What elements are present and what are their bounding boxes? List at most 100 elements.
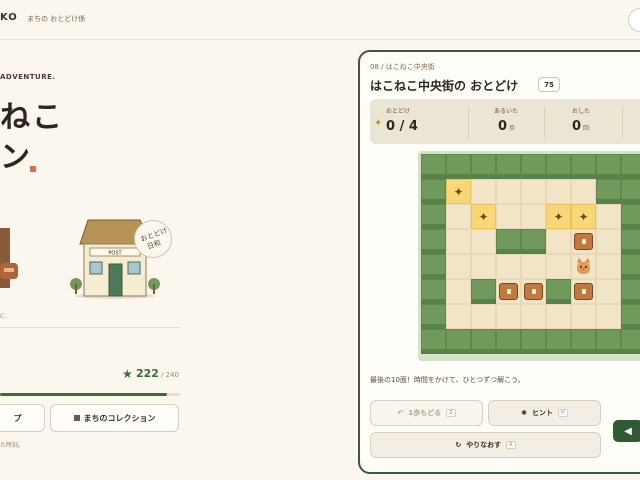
sparkle-icon: ✦ bbox=[374, 118, 383, 129]
floor-tile bbox=[471, 179, 496, 204]
wall-tile bbox=[446, 329, 471, 354]
hero-small-label: C. bbox=[0, 313, 9, 320]
play-button-label: プ bbox=[13, 413, 22, 423]
game-board[interactable]: ✦ ✦ ✦ ✦ bbox=[418, 151, 640, 361]
wall-tile bbox=[596, 179, 621, 204]
floor-tile bbox=[496, 179, 521, 204]
wall-tile bbox=[571, 154, 596, 179]
delivery-stamp: おとどけ 日和 bbox=[134, 220, 172, 258]
wall-tile bbox=[471, 279, 496, 304]
undo-button[interactable]: ↶ 1歩もどる Z bbox=[370, 400, 483, 426]
wall-tile bbox=[621, 304, 640, 329]
hero-title-line1: ねこ bbox=[0, 100, 64, 135]
stat-label: あるいた bbox=[494, 108, 519, 115]
floor-tile bbox=[596, 229, 621, 254]
wall-tile bbox=[496, 154, 521, 179]
floor-tile bbox=[571, 304, 596, 329]
floor-tile bbox=[596, 279, 621, 304]
reset-button[interactable]: ↻ やりなおす R bbox=[370, 432, 601, 458]
menu-circle-button[interactable] bbox=[628, 8, 640, 32]
wall-tile bbox=[446, 154, 471, 179]
floor-tile bbox=[546, 304, 571, 329]
wall-tile bbox=[621, 254, 640, 279]
stat-label: おとどけ bbox=[386, 108, 411, 115]
level-badge: 75 bbox=[538, 77, 560, 92]
wall-tile bbox=[571, 329, 596, 354]
cat-player bbox=[577, 258, 590, 274]
wall-tile bbox=[471, 329, 496, 354]
stat-value: 0 / 4 bbox=[386, 119, 418, 134]
floor-tile bbox=[496, 304, 521, 329]
collection-button[interactable]: まちのコレクション bbox=[50, 404, 179, 432]
floor-tile bbox=[446, 304, 471, 329]
undo-icon: ↶ bbox=[397, 409, 404, 417]
collection-button-label: まちのコレクション bbox=[83, 413, 156, 423]
floor-tile bbox=[521, 179, 546, 204]
post-sign: POST bbox=[108, 251, 122, 257]
floor-tile bbox=[471, 304, 496, 329]
wall-tile bbox=[521, 154, 546, 179]
wall-tile bbox=[421, 154, 446, 179]
left-arrow-icon: ◀ bbox=[624, 425, 632, 437]
hero-accent-dot bbox=[30, 166, 36, 172]
floor-tile bbox=[546, 229, 571, 254]
grid-icon bbox=[73, 415, 80, 421]
hero-title-line2: ン bbox=[0, 140, 30, 175]
floor-tile bbox=[521, 204, 546, 229]
divider bbox=[0, 327, 180, 328]
floor-tile bbox=[496, 279, 521, 304]
reset-label: やりなおす bbox=[466, 441, 502, 449]
level-title: はこねこ中央街の おとどけ bbox=[370, 79, 519, 93]
wall-tile bbox=[621, 154, 640, 179]
floor-tile bbox=[446, 204, 471, 229]
floor-tile bbox=[521, 279, 546, 304]
crate bbox=[524, 283, 543, 300]
wall-tile bbox=[621, 229, 640, 254]
game-panel: 08 / はこねこ中央街 はこねこ中央街の おとどけ 75 ✦ おとどけ 0 /… bbox=[358, 50, 640, 474]
floor-tile bbox=[471, 254, 496, 279]
floor-tile bbox=[446, 254, 471, 279]
floor-tile bbox=[571, 229, 596, 254]
goal-tile: ✦ bbox=[571, 204, 596, 229]
stats-bar: ✦ おとどけ 0 / 4 あるいた 0歩 おした 0回 bbox=[370, 99, 640, 144]
wall-tile bbox=[621, 329, 640, 354]
wall-tile bbox=[421, 329, 446, 354]
goal-tile: ✦ bbox=[446, 179, 471, 204]
floor-tile bbox=[496, 204, 521, 229]
stat-label: おした bbox=[572, 108, 591, 115]
wall-tile bbox=[521, 329, 546, 354]
wall-tile bbox=[421, 279, 446, 304]
floor-tile bbox=[471, 229, 496, 254]
floor-tile bbox=[496, 254, 521, 279]
floor-tile bbox=[596, 204, 621, 229]
undo-key: Z bbox=[446, 409, 456, 417]
wall-tile bbox=[521, 229, 546, 254]
play-button[interactable]: プ bbox=[0, 404, 45, 432]
cat-illustration bbox=[0, 228, 18, 288]
floor-tile bbox=[546, 179, 571, 204]
stat-divider bbox=[622, 106, 623, 138]
top-bar: KO まちの おとどけ係 bbox=[0, 0, 640, 40]
wall-tile bbox=[596, 154, 621, 179]
wall-tile bbox=[421, 304, 446, 329]
wall-tile bbox=[546, 154, 571, 179]
wall-tile bbox=[621, 204, 640, 229]
wall-tile bbox=[546, 279, 571, 304]
footnote: た時刻。 bbox=[0, 442, 25, 449]
stat-value: 0歩 bbox=[498, 119, 516, 134]
wall-tile bbox=[621, 279, 640, 304]
floor-tile bbox=[546, 254, 571, 279]
wall-tile bbox=[421, 229, 446, 254]
direction-left-button[interactable]: ◀ bbox=[613, 420, 640, 442]
wall-tile bbox=[496, 329, 521, 354]
goal-tile: ✦ bbox=[546, 204, 571, 229]
floor-tile bbox=[596, 304, 621, 329]
hint-label: ヒント bbox=[532, 409, 554, 417]
wall-tile bbox=[421, 254, 446, 279]
wall-tile bbox=[596, 329, 621, 354]
hint-key: H bbox=[558, 409, 568, 417]
floor-tile bbox=[596, 254, 621, 279]
hint-button[interactable]: ✺ ヒント H bbox=[488, 400, 601, 426]
floor-tile bbox=[521, 254, 546, 279]
app-logo[interactable]: KO bbox=[0, 12, 18, 23]
